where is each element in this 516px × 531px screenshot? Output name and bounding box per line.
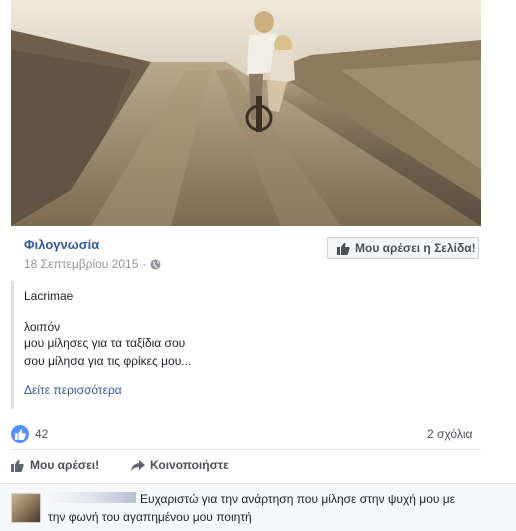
like-count: 42 xyxy=(35,427,49,441)
meta-separator: · xyxy=(142,257,147,271)
like-page-label: Μου αρέσει η Σελίδα! xyxy=(355,241,476,255)
divider xyxy=(11,449,481,450)
thumbs-up-icon xyxy=(11,459,24,472)
comment-item: Ευχαριστώ για την ανάρτηση που μίλησε στ… xyxy=(0,483,516,531)
avatar[interactable] xyxy=(11,493,41,523)
comment-text: Ευχαριστώ για την ανάρτηση που μίλησε στ… xyxy=(48,492,456,524)
share-arrow-icon xyxy=(131,459,145,472)
comment-count-link[interactable]: 2 σχόλια xyxy=(427,427,472,441)
like-label: Μου αρέσει! xyxy=(30,458,100,472)
quote-bar xyxy=(11,281,14,409)
share-label: Κοινοποιήστε xyxy=(150,458,229,472)
post-line-2: μου μίλησες για τα ταξίδια σου xyxy=(24,336,186,350)
post-date[interactable]: 18 Σεπτεμβρίου 2015 xyxy=(24,257,138,271)
like-page-button[interactable]: Μου αρέσει η Σελίδα! xyxy=(327,237,479,259)
share-button[interactable]: Κοινοποιήστε xyxy=(131,458,229,472)
post-meta: 18 Σεπτεμβρίου 2015 · xyxy=(24,257,161,271)
see-more-link[interactable]: Δείτε περισσότερα xyxy=(24,383,122,397)
post-title-line: Lacrimae xyxy=(24,289,74,303)
reactions-summary[interactable]: 42 xyxy=(11,425,48,443)
globe-icon[interactable] xyxy=(150,259,161,270)
post-line-1: λοιπόν xyxy=(24,320,61,334)
page-name-link[interactable]: Φιλογνωσία xyxy=(24,237,99,252)
post-line-3: σου μίλησα για τις φρίκες μου... xyxy=(24,354,192,368)
thumbs-up-icon xyxy=(337,242,350,255)
thumbs-up-icon xyxy=(11,425,29,443)
like-button[interactable]: Μου αρέσει! xyxy=(11,458,99,472)
post-photo[interactable] xyxy=(11,0,481,226)
